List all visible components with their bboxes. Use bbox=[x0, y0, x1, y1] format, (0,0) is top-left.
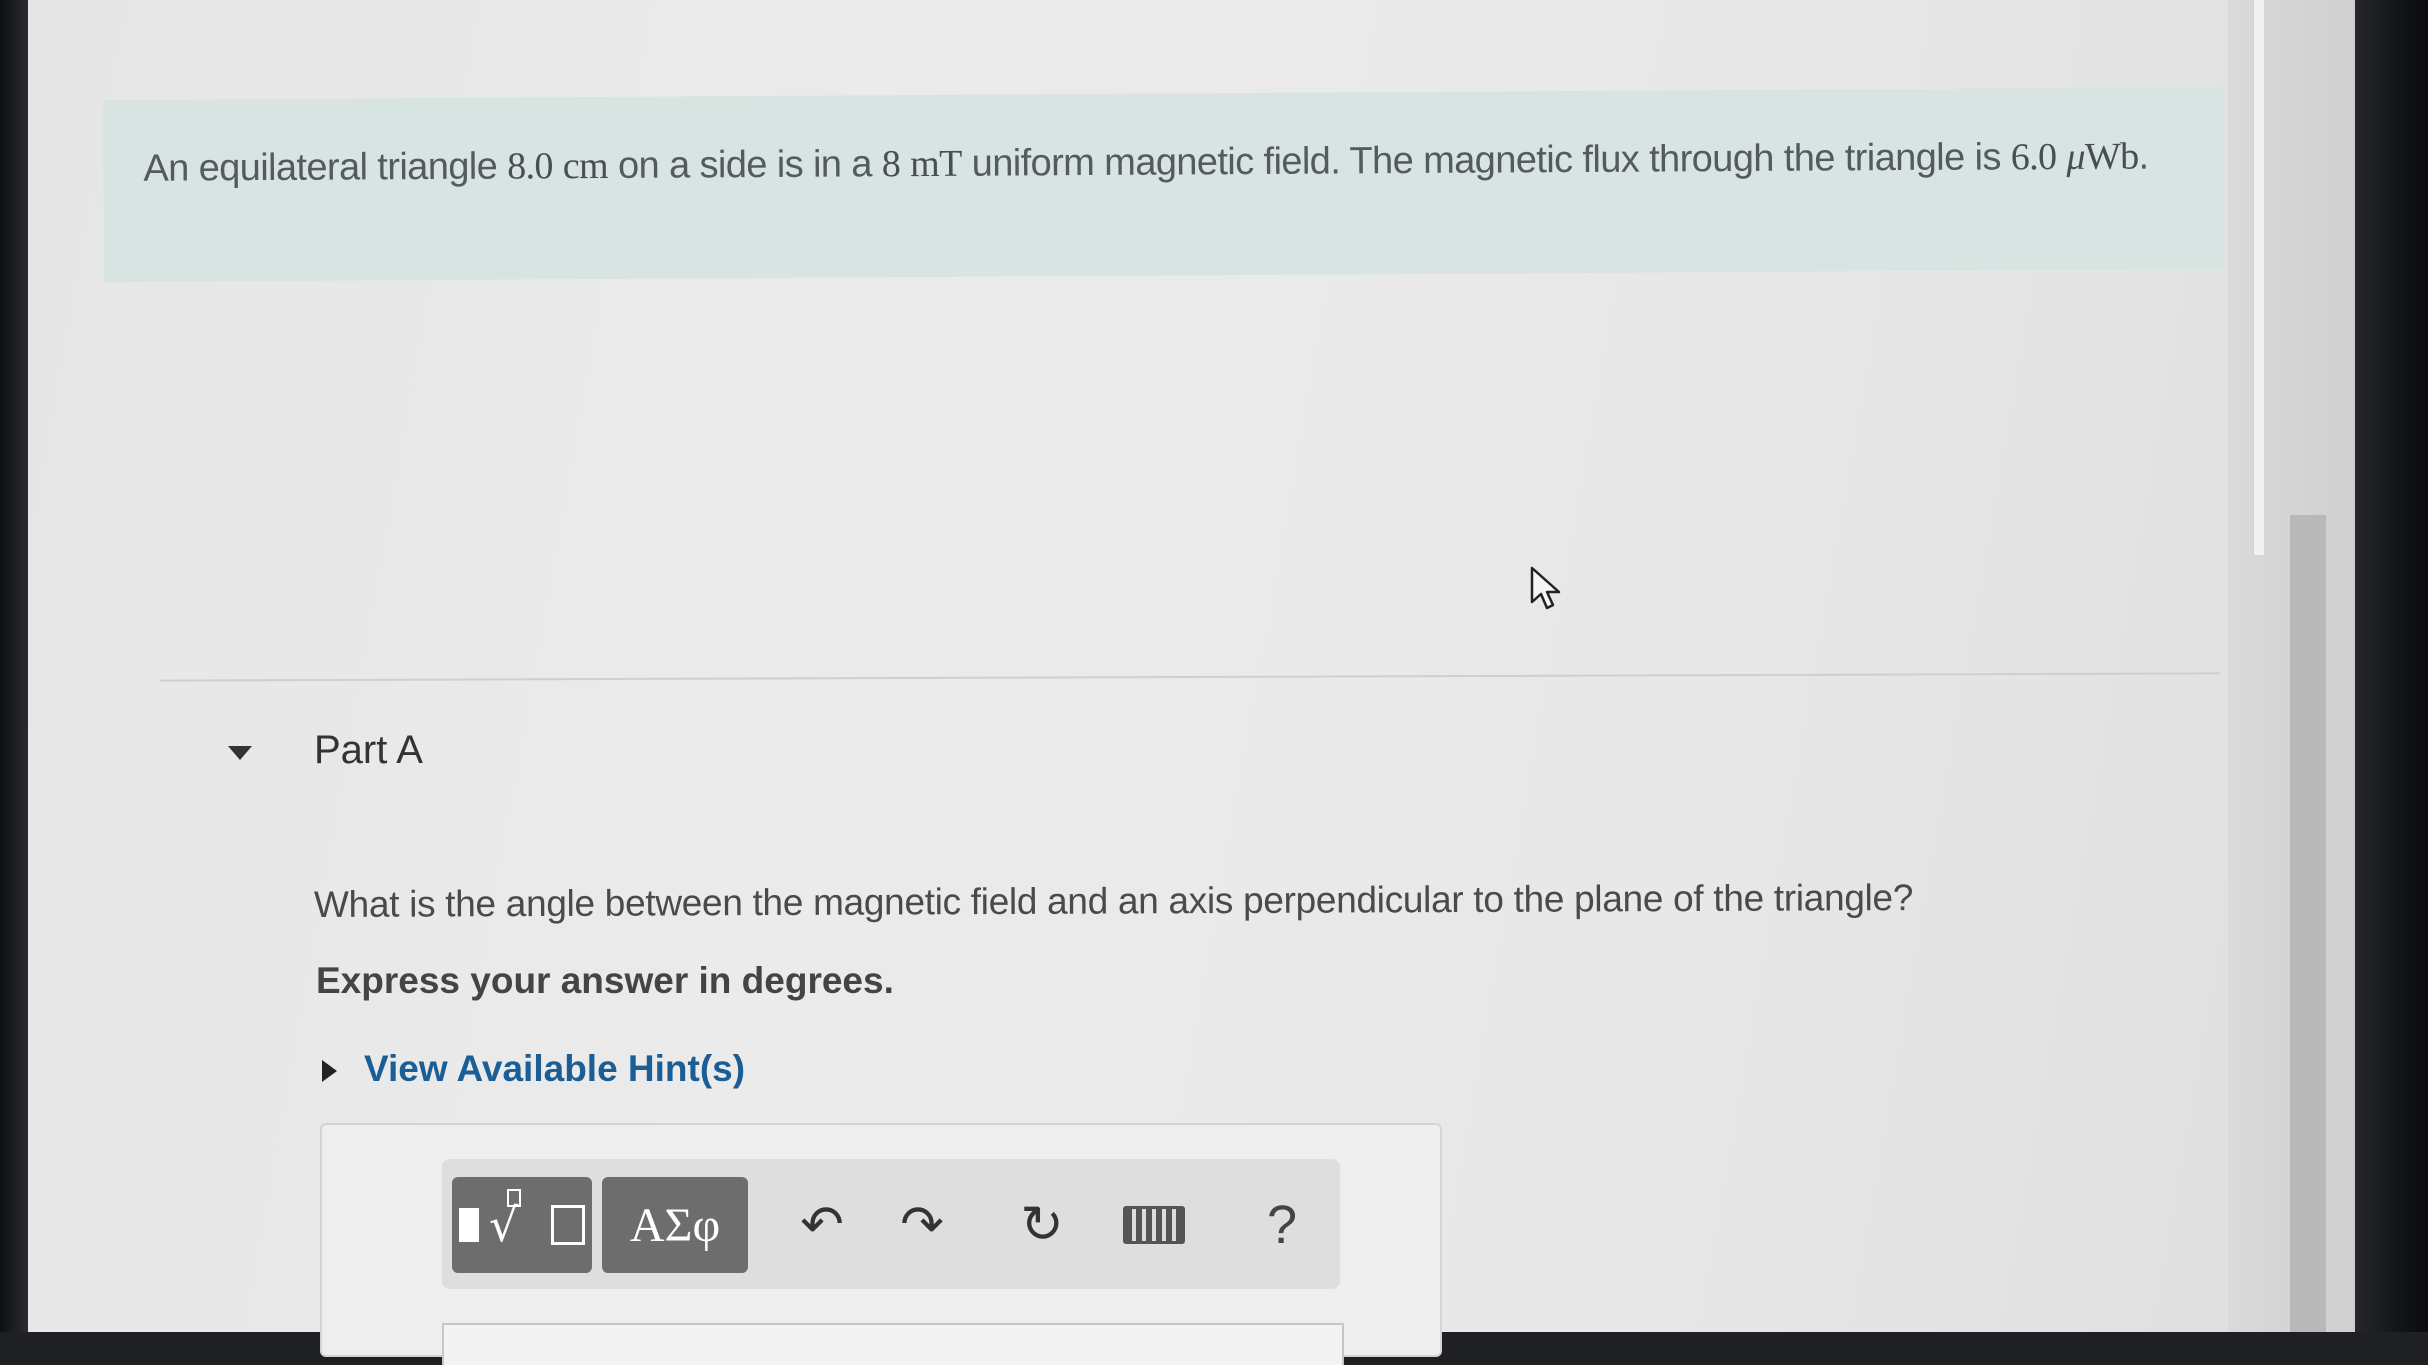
template-box-icon bbox=[551, 1205, 585, 1245]
section-divider bbox=[160, 672, 2220, 682]
field-strength-unit: mT bbox=[910, 142, 962, 186]
reset-icon[interactable]: ↻ bbox=[1002, 1179, 1082, 1271]
field-strength-value: 8 bbox=[881, 143, 901, 186]
redo-icon[interactable]: ↷ bbox=[882, 1179, 962, 1271]
browser-viewport: An equilateral triangle 8.0 cm on a side… bbox=[28, 0, 2355, 1365]
problem-text-intro: An equilateral triangle bbox=[143, 145, 508, 190]
screen-bezel-left bbox=[0, 0, 28, 1332]
flux-prefix: μ bbox=[2066, 135, 2086, 179]
answer-panel: √ ΑΣφ ↶ ↷ ↻ ? bbox=[320, 1123, 1442, 1365]
problem-statement-box: An equilateral triangle 8.0 cm on a side… bbox=[103, 87, 2225, 282]
problem-statement: An equilateral triangle 8.0 cm on a side… bbox=[143, 129, 2183, 195]
keyboard-icon[interactable] bbox=[1114, 1179, 1194, 1271]
view-hints-link[interactable]: View Available Hint(s) bbox=[364, 1048, 745, 1090]
side-length-value: 8.0 bbox=[507, 145, 553, 188]
question-text: What is the angle between the magnetic f… bbox=[313, 877, 1914, 925]
problem-text-mid2: uniform magnetic field. The magnetic flu… bbox=[961, 136, 2011, 185]
expand-caret-icon[interactable] bbox=[322, 1060, 337, 1082]
answer-instruction: Express your answer in degrees. bbox=[316, 960, 894, 1001]
content-scrollbar[interactable] bbox=[2253, 0, 2264, 555]
flux-unit: Wb bbox=[2084, 135, 2139, 178]
problem-text-mid1: on a side is in a bbox=[607, 143, 882, 187]
nth-root-icon: √ bbox=[489, 1189, 547, 1255]
answer-input[interactable] bbox=[442, 1323, 1344, 1365]
screen-bezel-right bbox=[2355, 0, 2428, 1332]
math-toolbar: √ ΑΣφ ↶ ↷ ↻ ? bbox=[442, 1159, 1340, 1289]
part-title: Part A bbox=[314, 728, 423, 772]
side-length-unit: cm bbox=[562, 144, 609, 188]
page-scrollbar-thumb[interactable] bbox=[2290, 515, 2326, 1332]
templates-button[interactable]: √ bbox=[452, 1177, 592, 1273]
undo-icon[interactable]: ↶ bbox=[782, 1179, 862, 1271]
template-block-icon bbox=[459, 1208, 479, 1242]
mouse-cursor-icon bbox=[1530, 566, 1561, 610]
problem-text-end: . bbox=[2138, 135, 2149, 178]
symbols-button[interactable]: ΑΣφ bbox=[602, 1177, 748, 1273]
help-button[interactable]: ? bbox=[1242, 1179, 1322, 1271]
collapse-caret-icon[interactable] bbox=[228, 746, 252, 760]
flux-value: 6.0 bbox=[2010, 136, 2057, 179]
